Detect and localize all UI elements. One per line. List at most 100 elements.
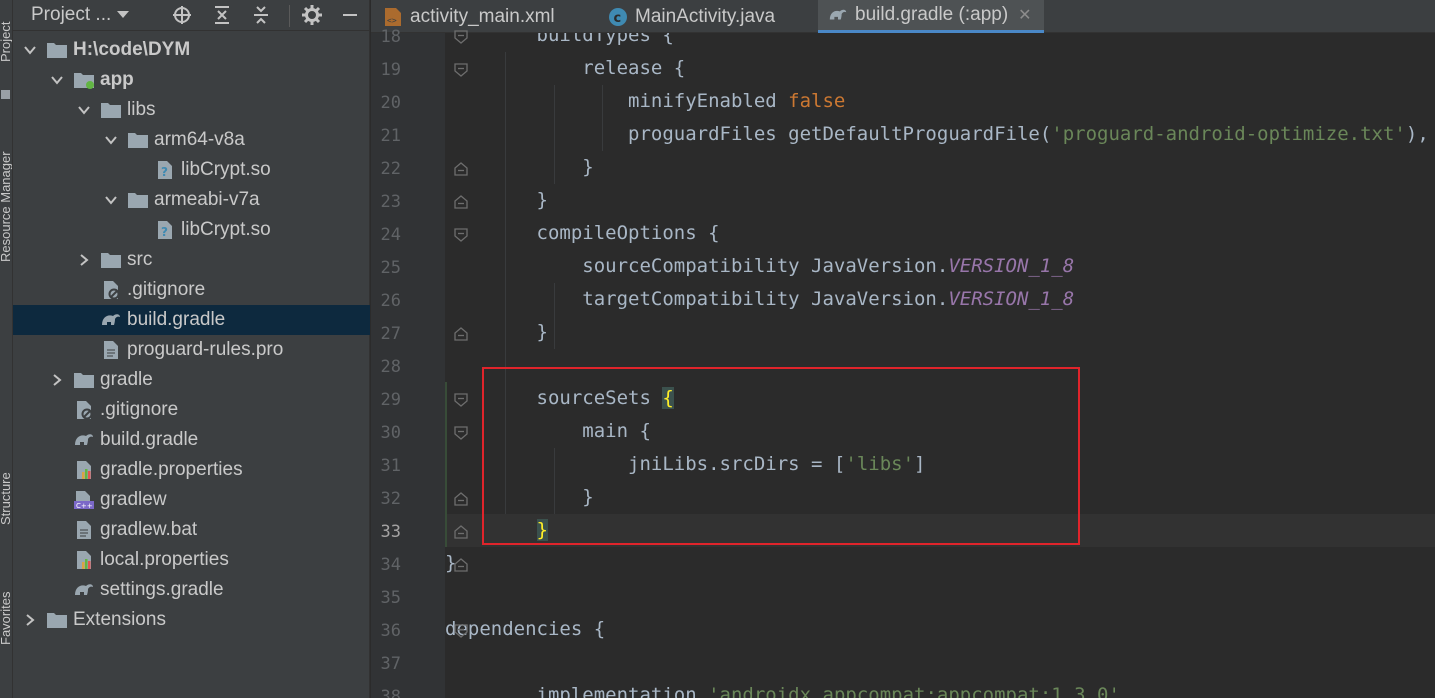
structure-tool-tab[interactable]: Structure [0,472,12,525]
svg-text:c: c [614,11,622,26]
code-token: release { [445,57,686,79]
project-panel-title: Project ... [31,4,112,25]
dropdown-icon[interactable] [117,11,130,19]
tree-item[interactable]: armeabi-v7a [13,185,370,215]
code-token: VERSION_1_8 [948,255,1075,277]
tree-item[interactable]: H:\code\DYM [13,35,370,65]
tree-item[interactable]: settings.gradle [13,575,370,605]
editor-tab-bar: <> activity_main.xml c MainActivity.java… [371,0,1435,33]
tree-item[interactable]: Extensions [13,605,370,635]
favorites-tool-tab[interactable]: Favorites [0,592,12,645]
fold-marker-icon[interactable] [454,194,468,209]
tree-item-label: app [100,69,134,90]
line-number: 20 [380,93,401,113]
chevron-down-icon[interactable] [22,42,38,58]
tab-mainactivity-java[interactable]: c MainActivity.java [608,0,775,33]
tree-item[interactable]: libs [13,95,370,125]
code-token: 'androidx.appcompat:appcompat:1.3.0' [708,684,1120,698]
tree-item[interactable]: arm64-v8a [13,125,370,155]
tree-item[interactable]: gradlew.bat [13,515,370,545]
tree-item[interactable]: proguard-rules.pro [13,335,370,365]
locate-icon[interactable] [171,5,193,27]
tree-item[interactable]: C++ gradlew [13,485,370,515]
fold-marker-icon[interactable] [454,161,468,176]
header-separator [289,5,290,27]
project-view-selector[interactable]: Project ... [31,4,130,26]
java-class-icon: c [608,7,628,27]
line-number: 24 [380,225,401,245]
fold-marker-icon[interactable] [454,557,468,572]
code-line: main { [445,415,651,448]
tree-item[interactable]: src [13,245,370,275]
chevron-down-icon[interactable] [76,102,92,118]
line-number: 32 [380,489,401,509]
code-token: sourceCompatibility JavaVersion. [445,255,949,277]
fold-marker-icon[interactable] [454,326,468,341]
fold-marker-icon[interactable] [454,491,468,506]
gradle-icon [73,430,95,450]
tree-item[interactable]: app [13,65,370,95]
text-file-icon [73,520,95,540]
chevron-down-icon[interactable] [103,192,119,208]
line-number: 35 [380,588,401,608]
svg-text:?: ? [161,225,168,239]
svg-text:?: ? [161,165,168,179]
tree-item-label: gradle [100,369,153,390]
project-tool-tab[interactable]: Project [0,22,12,62]
tree-item[interactable]: build.gradle [13,425,370,455]
text-file-icon [100,340,122,360]
code-token: ] [914,453,926,475]
fold-marker-icon[interactable] [454,62,468,77]
line-number: 38 [380,687,401,698]
chevron-down-icon[interactable] [49,72,65,88]
line-number: 37 [380,654,401,674]
fold-marker-icon[interactable] [454,623,468,638]
line-number: 34 [380,555,401,575]
tree-item[interactable]: gradle [13,365,370,395]
fold-marker-icon[interactable] [454,227,468,242]
fold-marker-icon[interactable] [454,425,468,440]
fold-marker-icon[interactable] [454,524,468,539]
fold-marker-icon[interactable] [454,29,468,44]
chevron-right-icon[interactable] [49,372,65,388]
folder-icon [46,610,68,630]
fold-marker-icon[interactable] [454,392,468,407]
tree-item-label: build.gradle [100,429,199,450]
code-line: minifyEnabled false [445,85,845,118]
tab-build-gradle-app[interactable]: build.gradle (:app) ✕ [818,0,1044,33]
line-number: 26 [380,291,401,311]
chevron-down-icon[interactable] [103,132,119,148]
expand-all-icon[interactable] [211,5,233,27]
resource-manager-tool-tab[interactable]: Resource Manager [0,151,12,262]
collapse-all-icon[interactable] [250,5,272,27]
tree-item-label: .gitignore [127,279,206,300]
tree-item[interactable]: ? libCrypt.so [13,155,370,185]
minimize-icon[interactable] [339,5,361,27]
xml-file-icon: <> [383,7,403,27]
properties-file-icon [73,550,95,570]
tree-item[interactable]: .gitignore [13,275,370,305]
code-line: proguardFiles getDefaultProguardFile('pr… [445,118,1435,151]
code-token: ), [1405,123,1429,145]
close-tab-icon[interactable]: ✕ [1018,5,1031,25]
tree-item[interactable]: local.properties [13,545,370,575]
tree-item[interactable]: build.gradle [13,305,370,335]
chevron-right-icon[interactable] [76,252,92,268]
line-number: 28 [380,357,401,377]
tree-item[interactable]: ? libCrypt.so [13,215,370,245]
tree-item[interactable]: .gitignore [13,395,370,425]
tree-item-label: gradlew [100,489,167,510]
vcs-change-marker [445,382,447,547]
gradle-icon [100,310,122,330]
code-editor[interactable]: buildTypes { release { minifyEnabled fal… [445,33,1435,698]
gear-icon[interactable] [301,5,323,27]
svg-text:<>: <> [387,16,397,25]
tab-activity-main-xml[interactable]: <> activity_main.xml [383,0,555,33]
chevron-right-icon[interactable] [22,612,38,628]
gradle-icon [73,580,95,600]
tree-item[interactable]: gradle.properties [13,455,370,485]
tree-item-label: libs [127,99,156,120]
tab-label: activity_main.xml [410,5,555,27]
code-token: false [788,90,846,112]
project-tool-icon[interactable] [1,90,10,99]
